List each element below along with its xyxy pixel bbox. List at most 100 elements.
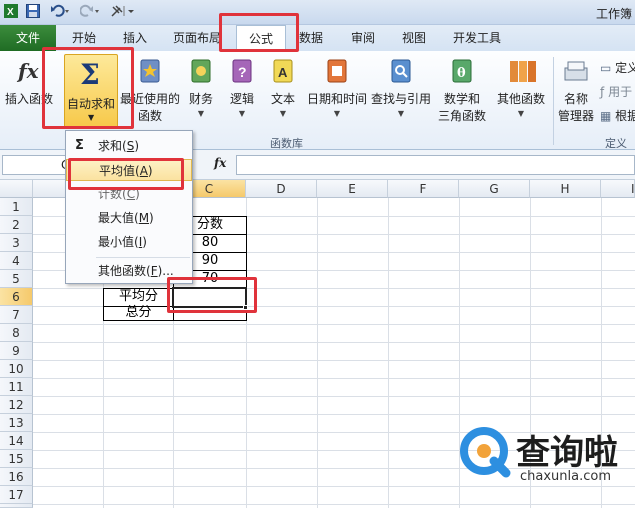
row-header[interactable]: 17 (0, 486, 33, 504)
grid-line (33, 396, 635, 397)
menu-item-min-end: ) (142, 235, 147, 249)
use-in-formula-button[interactable]: ƒ 用于 (600, 83, 632, 100)
tab-page-layout[interactable]: 页面布局 (173, 25, 221, 51)
theta-book-icon: θ (449, 56, 475, 86)
name-manager-icon (563, 56, 589, 86)
fx-small-icon: ƒ (600, 85, 605, 99)
create-from-selection-label: 根据 (615, 109, 635, 123)
row-header[interactable] (0, 504, 33, 508)
excel-icon: X (4, 4, 18, 21)
window-title: 工作簿 (595, 7, 632, 21)
menu-item-sum-end: ) (134, 139, 139, 153)
watermark: 查询啦 chaxunla.com (460, 425, 635, 485)
svg-text:?: ? (238, 64, 247, 80)
row-header[interactable]: 10 (0, 360, 33, 378)
math-trig-button[interactable]: θ 数学和 三角函数 (434, 56, 490, 124)
lookup-label: 查找与引用 (370, 92, 431, 106)
text-label: 文本 (270, 92, 295, 106)
row-header[interactable]: 12 (0, 396, 33, 414)
financial-label: 财务 (188, 92, 213, 106)
grid-line (317, 198, 318, 508)
text-button[interactable]: A 文本 ▼ (268, 56, 298, 118)
svg-text:fx: fx (16, 59, 40, 83)
menu-item-max-text: 最大值( (98, 211, 139, 225)
magnifier-book-icon (388, 56, 414, 86)
highlight-result-cell (167, 277, 257, 313)
name-manager-button[interactable]: 名称 管理器 (556, 56, 596, 124)
column-header-i[interactable]: I (601, 180, 635, 198)
row-header[interactable]: 14 (0, 432, 33, 450)
watermark-brand: 查询啦 (516, 433, 618, 473)
row-header[interactable]: 3 (0, 234, 33, 252)
date-time-button[interactable]: 日期和时间 ▼ (306, 56, 368, 118)
row-header[interactable]: 15 (0, 450, 33, 468)
row-header[interactable]: 5 (0, 270, 33, 288)
menu-item-max-end: ) (149, 211, 154, 225)
svg-text:A: A (278, 65, 288, 80)
column-header-h[interactable]: H (530, 180, 601, 198)
fx-icon[interactable]: fx (214, 156, 226, 170)
save-icon[interactable] (26, 4, 40, 21)
column-header-d[interactable]: D (246, 180, 317, 198)
column-header-f[interactable]: F (388, 180, 459, 198)
menu-item-sum-text: 求和( (98, 139, 127, 153)
define-name-button[interactable]: ▭ 定义 (600, 59, 635, 76)
column-header-e[interactable]: E (317, 180, 388, 198)
logical-label: 逻辑 (229, 92, 254, 106)
row-header[interactable]: 1 (0, 198, 33, 216)
row-header[interactable]: 8 (0, 324, 33, 342)
star-book-icon (137, 56, 163, 86)
logical-book-icon: ? (229, 56, 255, 86)
grid-small-icon: ▦ (600, 109, 612, 123)
chevron-down-icon: ▼ (333, 109, 341, 118)
row-header[interactable]: 2 (0, 216, 33, 234)
sigma-icon: Σ (75, 138, 84, 153)
menu-item-max-key: M (138, 211, 150, 225)
menu-item-more-text: 其他函数( (98, 264, 151, 278)
autosum-dropdown-menu: Σ 求和(S) 平均值(A) 计数(C) 最大值(M) 最小值(I) 其他函数(… (65, 130, 193, 284)
more-functions-button[interactable]: 其他函数 ▼ (494, 56, 548, 118)
tab-developer[interactable]: 开发工具 (453, 25, 501, 51)
use-in-formula-label: 用于 (608, 85, 633, 99)
row-header[interactable]: 11 (0, 378, 33, 396)
lookup-button[interactable]: 查找与引用 ▼ (370, 56, 432, 118)
date-time-label: 日期和时间 (306, 92, 367, 106)
select-all-corner[interactable] (0, 180, 33, 198)
tag-icon: ▭ (600, 61, 612, 75)
row-header[interactable]: 16 (0, 468, 33, 486)
tab-view[interactable]: 视图 (402, 25, 426, 51)
row-header[interactable]: 7 (0, 306, 33, 324)
title-bar: X 工作簿 (0, 0, 635, 25)
create-from-selection-button[interactable]: ▦ 根据 (600, 107, 635, 124)
financial-button[interactable]: 财务 ▼ (186, 56, 216, 118)
menu-item-sum[interactable]: Σ 求和(S) (66, 135, 192, 157)
chevron-down-icon: ▼ (517, 109, 525, 118)
menu-item-max[interactable]: 最大值(M) (66, 207, 192, 229)
cell-b7[interactable]: 总分 (104, 304, 173, 322)
grid-line (33, 360, 635, 361)
row-header[interactable]: 13 (0, 414, 33, 432)
calendar-book-icon (324, 56, 350, 86)
watermark-logo-icon (460, 427, 512, 482)
undo-icon[interactable] (50, 4, 70, 21)
row-header[interactable]: 9 (0, 342, 33, 360)
redo-icon[interactable] (79, 4, 100, 21)
grid-line (388, 198, 389, 508)
formula-input[interactable] (236, 155, 635, 175)
logical-button[interactable]: ? 逻辑 ▼ (227, 56, 257, 118)
financial-book-icon (188, 56, 214, 86)
more-functions-label: 其他函数 (496, 92, 545, 106)
menu-item-more-end: )... (157, 264, 174, 278)
column-header-g[interactable]: G (459, 180, 530, 198)
svg-text:X: X (7, 7, 14, 18)
menu-item-min[interactable]: 最小值(I) (66, 231, 192, 253)
highlight-formulas-tab (219, 13, 299, 52)
tab-data[interactable]: 数据 (299, 25, 323, 51)
row-header[interactable]: 6 (0, 288, 33, 306)
row-header[interactable]: 4 (0, 252, 33, 270)
grid-line (33, 486, 635, 487)
highlight-autosum (42, 47, 134, 129)
menu-separator (96, 257, 190, 258)
customize-icon[interactable] (110, 4, 136, 21)
tab-review[interactable]: 审阅 (351, 25, 375, 51)
